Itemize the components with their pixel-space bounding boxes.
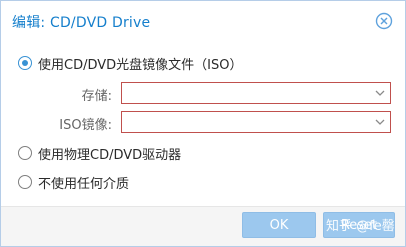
reset-button[interactable]: Reset (323, 212, 395, 238)
radio-label-no-media: 不使用任何介质 (38, 176, 130, 192)
cd-dvd-edit-dialog: 编辑: CD/DVD Drive 使用CD/DVD光盘镜像文件（ISO） 存储:… (0, 0, 406, 247)
radio-button-physical-drive[interactable] (18, 146, 32, 160)
chevron-down-icon[interactable] (374, 87, 386, 99)
iso-image-label: ISO镜像: (59, 118, 112, 133)
radio-label-iso: 使用CD/DVD光盘镜像文件（ISO） (38, 57, 243, 73)
close-icon[interactable] (375, 12, 393, 30)
storage-label: 存储: (81, 89, 112, 104)
radio-option-no-media[interactable]: 不使用任何介质 (18, 173, 130, 192)
chevron-down-icon[interactable] (374, 116, 386, 128)
radio-label-physical-drive: 使用物理CD/DVD驱动器 (38, 147, 182, 163)
radio-button-iso[interactable] (18, 56, 32, 70)
dialog-titlebar: 编辑: CD/DVD Drive (1, 1, 405, 39)
radio-option-physical-drive[interactable]: 使用物理CD/DVD驱动器 (18, 144, 182, 163)
dialog-title: 编辑: CD/DVD Drive (12, 15, 151, 31)
radio-option-iso[interactable]: 使用CD/DVD光盘镜像文件（ISO） (18, 54, 243, 73)
ok-button[interactable]: OK (242, 212, 316, 238)
iso-image-select[interactable] (121, 111, 391, 133)
storage-select[interactable] (121, 82, 391, 104)
radio-button-no-media[interactable] (18, 175, 32, 189)
